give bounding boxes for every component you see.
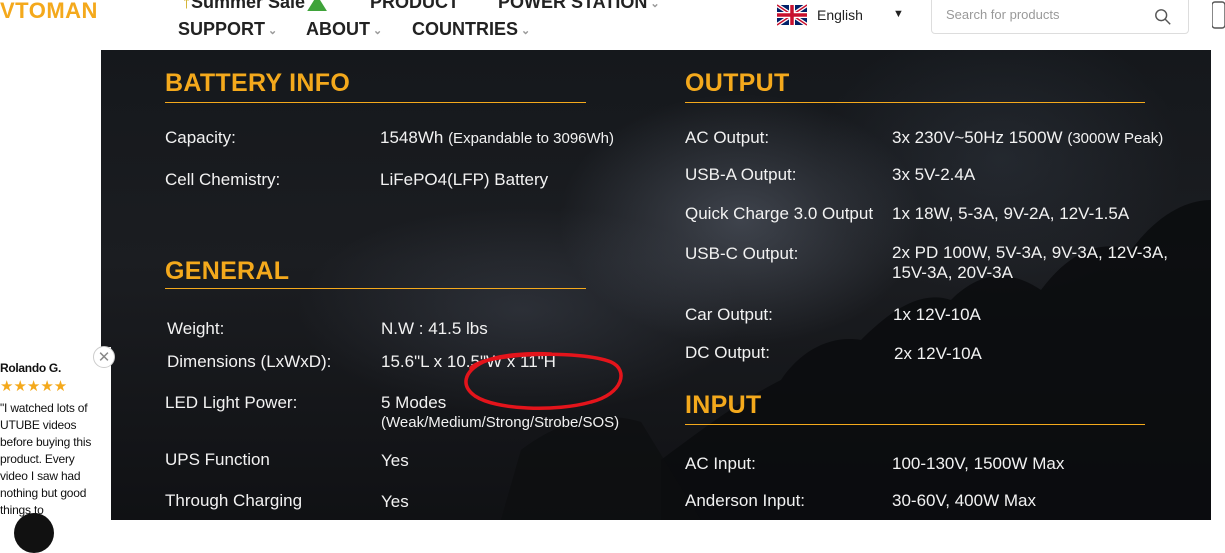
review-popup[interactable]: Rolando G. ★★★★★ "I watched lots of UTUB… xyxy=(0,347,111,520)
usb-a-output-label: USB-A Output: xyxy=(685,165,797,184)
chevron-down-icon: ⌄ xyxy=(650,0,660,10)
chevron-down-icon: ⌄ xyxy=(521,24,531,37)
car-output-value: 1x 12V-10A xyxy=(893,305,981,324)
ups-function-label: UPS Function xyxy=(165,450,270,469)
usb-c-output-line2: 15V-3A, 20V-3A xyxy=(892,263,1013,282)
quick-charge-value: 1x 18W, 5-3A, 9V-2A, 12V-1.5A xyxy=(892,204,1130,223)
capacity-value-main: 1548Wh xyxy=(380,128,444,147)
led-light-modes: 5 Modes xyxy=(381,393,447,412)
weight-value: N.W : 41.5 lbs xyxy=(381,319,488,338)
general-title: GENERAL xyxy=(165,257,290,285)
red-circle-annotation xyxy=(464,351,623,410)
cell-chemistry-label: Cell Chemistry: xyxy=(165,170,281,189)
input-title: INPUT xyxy=(685,391,762,419)
chevron-down-icon: ⌄ xyxy=(268,24,278,37)
quick-charge-label: Quick Charge 3.0 Output xyxy=(685,204,874,223)
close-icon[interactable]: ✕ xyxy=(93,346,115,368)
capacity-label: Capacity: xyxy=(165,128,236,147)
site-header: VTOMAN ↑Summer Sale PRODUCT POWER STATIO… xyxy=(0,0,1225,50)
ac-output-main: 3x 230V~50Hz 1500W xyxy=(892,128,1063,147)
nav-countries[interactable]: COUNTRIES ⌄ xyxy=(412,19,530,40)
capacity-note: (Expandable to 3096Wh) xyxy=(448,130,614,147)
user-icon[interactable] xyxy=(1212,0,1225,30)
anderson-input-value: 30-60V, 400W Max xyxy=(892,491,1036,510)
nav-power-station[interactable]: POWER STATION ⌄ xyxy=(498,0,660,13)
capacity-value: 1548Wh (Expandable to 3096Wh) xyxy=(380,128,614,149)
nav-support[interactable]: SUPPORT ⌄ xyxy=(178,19,277,40)
cell-chemistry-value: LiFePO4(LFP) Battery xyxy=(380,170,549,189)
battery-info-title: BATTERY INFO xyxy=(165,69,351,97)
led-light-note: (Weak/Medium/Strong/Strobe/SOS) xyxy=(381,414,620,431)
summer-sale-icon: ↑ xyxy=(182,0,191,12)
caret-down-icon[interactable]: ▼ xyxy=(893,8,904,20)
input-rule xyxy=(685,424,1145,425)
ups-function-value: Yes xyxy=(381,451,409,470)
battery-info-rule xyxy=(165,102,586,103)
general-rule xyxy=(165,288,586,289)
anderson-input-label: Anderson Input: xyxy=(685,491,806,510)
specs-panel: BATTERY INFO Capacity: 1548Wh (Expandabl… xyxy=(101,50,1211,520)
search-box xyxy=(931,0,1189,34)
usb-c-output-label: USB-C Output: xyxy=(685,244,799,263)
chevron-down-icon: ⌄ xyxy=(373,24,383,37)
nav-about[interactable]: ABOUT ⌄ xyxy=(306,19,382,40)
ac-input-value: 100-130V, 1500W Max xyxy=(892,454,1065,473)
search-input[interactable] xyxy=(946,7,1146,22)
ac-output-label: AC Output: xyxy=(685,128,770,147)
search-icon[interactable] xyxy=(1154,8,1172,26)
ac-output-value: 3x 230V~50Hz 1500W (3000W Peak) xyxy=(892,128,1163,149)
dimensions-label: Dimensions (LxWxD): xyxy=(167,352,332,371)
reviewer-name: Rolando G. xyxy=(0,361,61,375)
review-text: "I watched lots of UTUBE videos before b… xyxy=(0,401,92,517)
output-title: OUTPUT xyxy=(685,69,790,97)
through-charging-label: Through Charging xyxy=(165,491,303,510)
nav-summer-sale[interactable]: ↑Summer Sale xyxy=(182,0,328,13)
ac-input-label: AC Input: xyxy=(685,454,756,473)
weight-label: Weight: xyxy=(167,319,225,338)
car-output-label: Car Output: xyxy=(685,305,773,324)
logo[interactable]: VTOMAN xyxy=(0,0,98,24)
nav-product-label: PRODUCT xyxy=(370,0,459,12)
uk-flag-icon[interactable] xyxy=(777,4,807,26)
warning-icon xyxy=(307,0,328,12)
dc-output-label: DC Output: xyxy=(685,343,771,362)
rating-stars: ★★★★★ xyxy=(0,378,68,395)
through-charging-value: Yes xyxy=(381,492,409,511)
nav-power-station-label: POWER STATION xyxy=(498,0,648,12)
chat-avatar[interactable] xyxy=(14,513,54,553)
nav-about-label: ABOUT xyxy=(306,19,370,39)
dc-output-value: 2x 12V-10A xyxy=(894,344,982,363)
nav-support-label: SUPPORT xyxy=(178,19,266,39)
led-light-label: LED Light Power: xyxy=(165,393,298,412)
language-selector[interactable]: English xyxy=(817,7,863,23)
nav-countries-label: COUNTRIES xyxy=(412,19,519,39)
output-rule xyxy=(685,102,1145,103)
usb-a-output-value: 3x 5V-2.4A xyxy=(892,165,976,184)
nav-product[interactable]: PRODUCT xyxy=(370,0,459,13)
usb-c-output-line1: 2x PD 100W, 5V-3A, 9V-3A, 12V-3A, xyxy=(892,243,1168,262)
ac-output-note: (3000W Peak) xyxy=(1067,130,1164,147)
nav-summer-sale-label: Summer Sale xyxy=(191,0,306,12)
usb-c-output-value: 2x PD 100W, 5V-3A, 9V-3A, 12V-3A, 15V-3A,… xyxy=(892,243,1168,283)
